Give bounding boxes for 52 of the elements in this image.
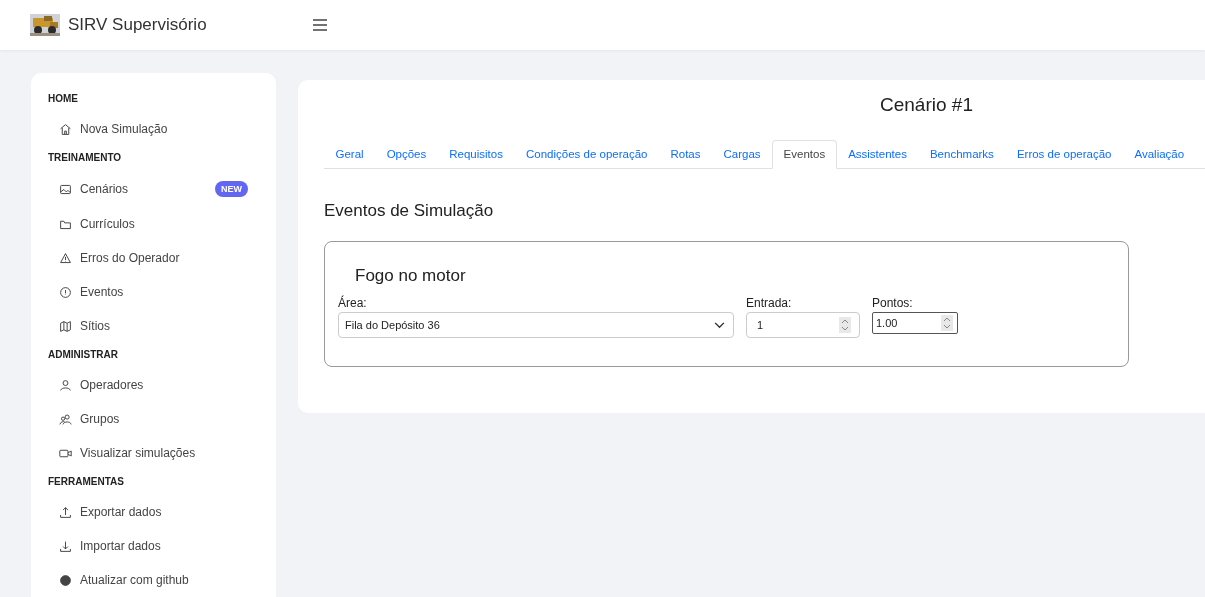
- tab[interactable]: Cargas: [712, 140, 773, 169]
- sidebar-item[interactable]: Visualizar simulações: [31, 436, 276, 470]
- scenario-title: Cenário #1: [879, 94, 974, 116]
- user-icon: [59, 378, 72, 392]
- sidebar-item[interactable]: Cenários NEW: [31, 171, 276, 207]
- tab[interactable]: Assistentes: [836, 140, 919, 169]
- circle-icon: [59, 573, 72, 587]
- app-title: SIRV Supervisório: [68, 15, 207, 35]
- sidebar-heading: ADMINISTRAR: [47, 348, 119, 362]
- tab[interactable]: Condições de operação: [514, 140, 659, 169]
- entrada-input[interactable]: 1: [746, 312, 860, 338]
- warning-icon: [59, 251, 72, 265]
- event-title: Fogo no motor: [355, 266, 467, 286]
- tab[interactable]: Benchmarks: [918, 140, 1006, 169]
- map-icon: [59, 319, 72, 333]
- menu-icon[interactable]: [310, 17, 330, 33]
- sidebar-item[interactable]: Grupos: [31, 402, 276, 436]
- new-badge: NEW: [215, 181, 248, 197]
- tab[interactable]: Rotas: [658, 140, 712, 169]
- users-icon: [59, 412, 72, 426]
- tab[interactable]: Avaliação: [1123, 140, 1196, 169]
- tab[interactable]: Geral: [324, 140, 376, 169]
- chevron-down-icon: [714, 321, 725, 329]
- spinner-icon: [839, 317, 851, 333]
- sidebar-item[interactable]: Exportar dados: [31, 495, 276, 529]
- sidebar-heading: TREINAMENTO: [47, 151, 123, 165]
- tab[interactable]: Eventos: [772, 140, 837, 169]
- sidebar-item[interactable]: Currículos: [31, 207, 276, 241]
- field-label: Pontos:: [872, 296, 914, 310]
- tab[interactable]: Erros de operação: [1005, 140, 1123, 169]
- section-title: Eventos de Simulação: [324, 201, 495, 221]
- sidebar-item[interactable]: Operadores: [31, 368, 276, 402]
- download-icon: [59, 539, 72, 553]
- sidebar-item[interactable]: Importar dados: [31, 529, 276, 563]
- sidebar-heading: HOME: [47, 92, 79, 106]
- field-label: Área:: [338, 296, 368, 310]
- field-label: Entrada:: [746, 296, 793, 310]
- upload-icon: [59, 505, 72, 519]
- sidebar-item[interactable]: Atualizar com github: [31, 563, 276, 597]
- area-select[interactable]: Fila do Depósito 36: [338, 312, 734, 338]
- home-icon: [59, 122, 72, 136]
- spinner-icon: [941, 315, 953, 331]
- sidebar-item[interactable]: Sítios: [31, 309, 276, 343]
- sidebar-item[interactable]: Eventos: [31, 275, 276, 309]
- pontos-input[interactable]: 1.00: [872, 312, 958, 334]
- sidebar-item[interactable]: Nova Simulação: [31, 112, 276, 146]
- sidebar-item[interactable]: Erros do Operador: [31, 241, 276, 275]
- tab[interactable]: Opções: [375, 140, 438, 169]
- tab[interactable]: Requisitos: [437, 140, 515, 169]
- image-icon: [59, 182, 72, 196]
- sidebar-heading: FERRAMENTAS: [47, 475, 125, 489]
- alert-circle-icon: [59, 285, 72, 299]
